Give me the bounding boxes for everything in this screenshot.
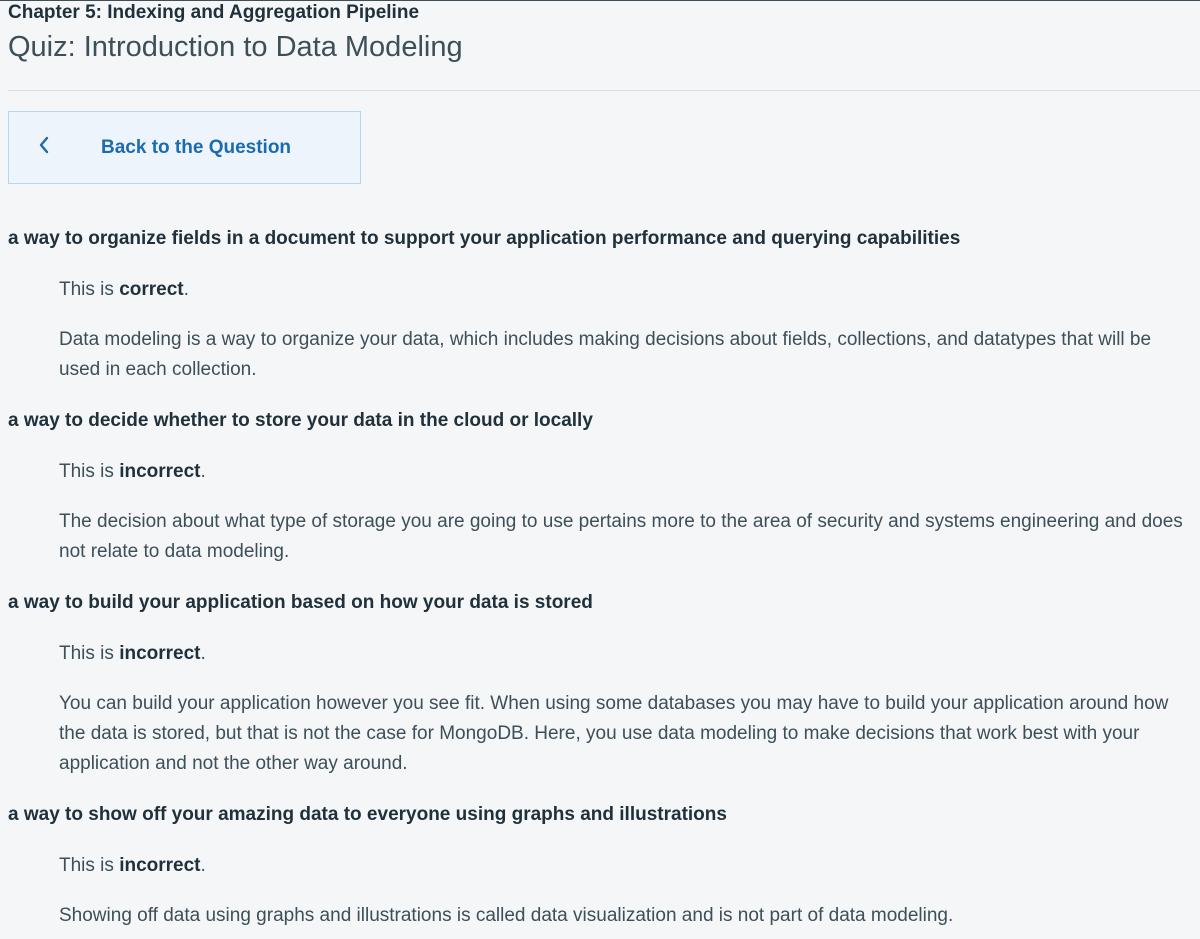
page-title: Quiz: Introduction to Data Modeling [8,31,463,63]
answer-explanation-2: The decision about what type of storage … [59,511,1183,562]
back-button-label: Back to the Question [101,137,292,158]
answer-explanation-1: Data modeling is a way to organize your … [59,329,1152,380]
answer-option-4: a way to show off your amazing data to e… [8,804,727,825]
answer-explanation-3: You can build your application however y… [59,693,1169,774]
verdict-word: incorrect [119,461,201,482]
verdict-word: correct [119,279,184,300]
answer-option-1: a way to organize fields in a document t… [8,228,961,249]
verdict-word: incorrect [119,643,201,664]
header-divider [8,90,1200,91]
answer-explanation-4: Showing off data using graphs and illust… [59,905,954,926]
chapter-label: Chapter 5: Indexing and Aggregation Pipe… [8,2,420,23]
answer-option-2: a way to decide whether to store your da… [8,410,593,431]
verdict-word: incorrect [119,855,201,876]
answer-verdict-4: This is incorrect. [59,855,206,876]
answer-verdict-2: This is incorrect. [59,461,206,482]
chevron-left-icon [39,136,49,154]
back-to-question-button[interactable]: Back to the Question [8,111,361,184]
answer-option-3: a way to build your application based on… [8,592,593,613]
answer-verdict-1: This is correct. [59,279,189,300]
answer-verdict-3: This is incorrect. [59,643,206,664]
